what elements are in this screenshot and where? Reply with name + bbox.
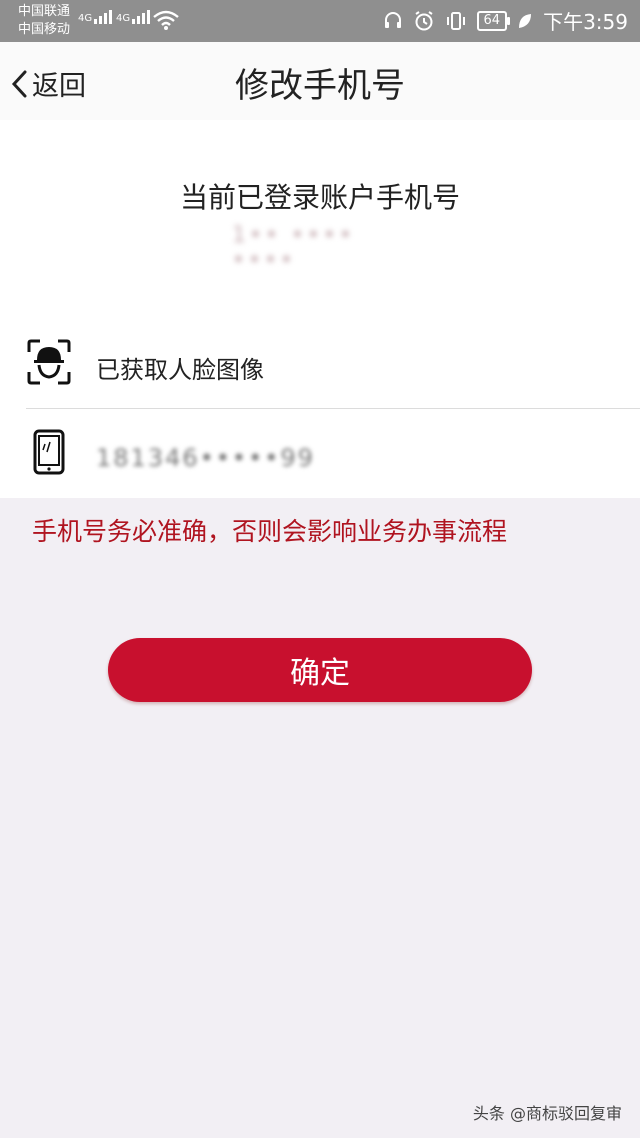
carrier-2: 中国移动 xyxy=(18,22,71,37)
carrier-1: 中国联通 xyxy=(18,4,71,19)
vibrate-icon xyxy=(446,11,465,30)
watermark: 头条 @商标驳回复审 xyxy=(472,1104,622,1123)
signal-icon-2: 4G xyxy=(116,10,151,24)
network-type-2: 4G xyxy=(116,13,131,24)
leaf-icon xyxy=(519,13,532,28)
confirm-label: 确定 xyxy=(290,656,350,691)
current-account-label: 当前已登录账户手机号 xyxy=(179,181,460,214)
current-phone-masked: 1•• •••• •••• xyxy=(232,223,355,273)
nav-bar: 返回 修改手机号 xyxy=(0,42,640,120)
phone-input[interactable]: 181346•••••99 xyxy=(96,444,315,472)
phone-input-row[interactable]: 181346•••••99 xyxy=(0,410,640,498)
status-right: 64 下午3:59 xyxy=(383,6,628,35)
status-bar: 中国联通 中国移动 4G 4G 64 下午3:59 xyxy=(0,0,640,42)
face-capture-row[interactable]: 已获取人脸图像 xyxy=(0,320,640,408)
battery-icon: 64 xyxy=(476,10,510,31)
divider xyxy=(26,408,640,409)
headset-icon xyxy=(384,11,401,28)
page-title: 修改手机号 xyxy=(235,66,405,106)
warning-text: 手机号务必准确，否则会影响业务办事流程 xyxy=(32,517,508,546)
mobile-phone-icon xyxy=(33,429,65,475)
battery-level: 64 xyxy=(483,12,501,28)
network-type-1: 4G xyxy=(78,13,93,24)
wifi-icon xyxy=(153,10,179,30)
confirm-button[interactable]: 确定 xyxy=(108,638,532,702)
signal-icon: 4G xyxy=(78,10,113,24)
carrier-info: 中国联通 中国移动 xyxy=(18,3,70,39)
account-card: 当前已登录账户手机号 1•• •••• •••• 已获取人脸图像 181346•… xyxy=(0,120,640,498)
clock: 下午3:59 xyxy=(543,10,628,34)
face-capture-status: 已获取人脸图像 xyxy=(96,356,264,384)
face-scan-icon xyxy=(27,339,71,385)
alarm-icon xyxy=(414,10,433,30)
